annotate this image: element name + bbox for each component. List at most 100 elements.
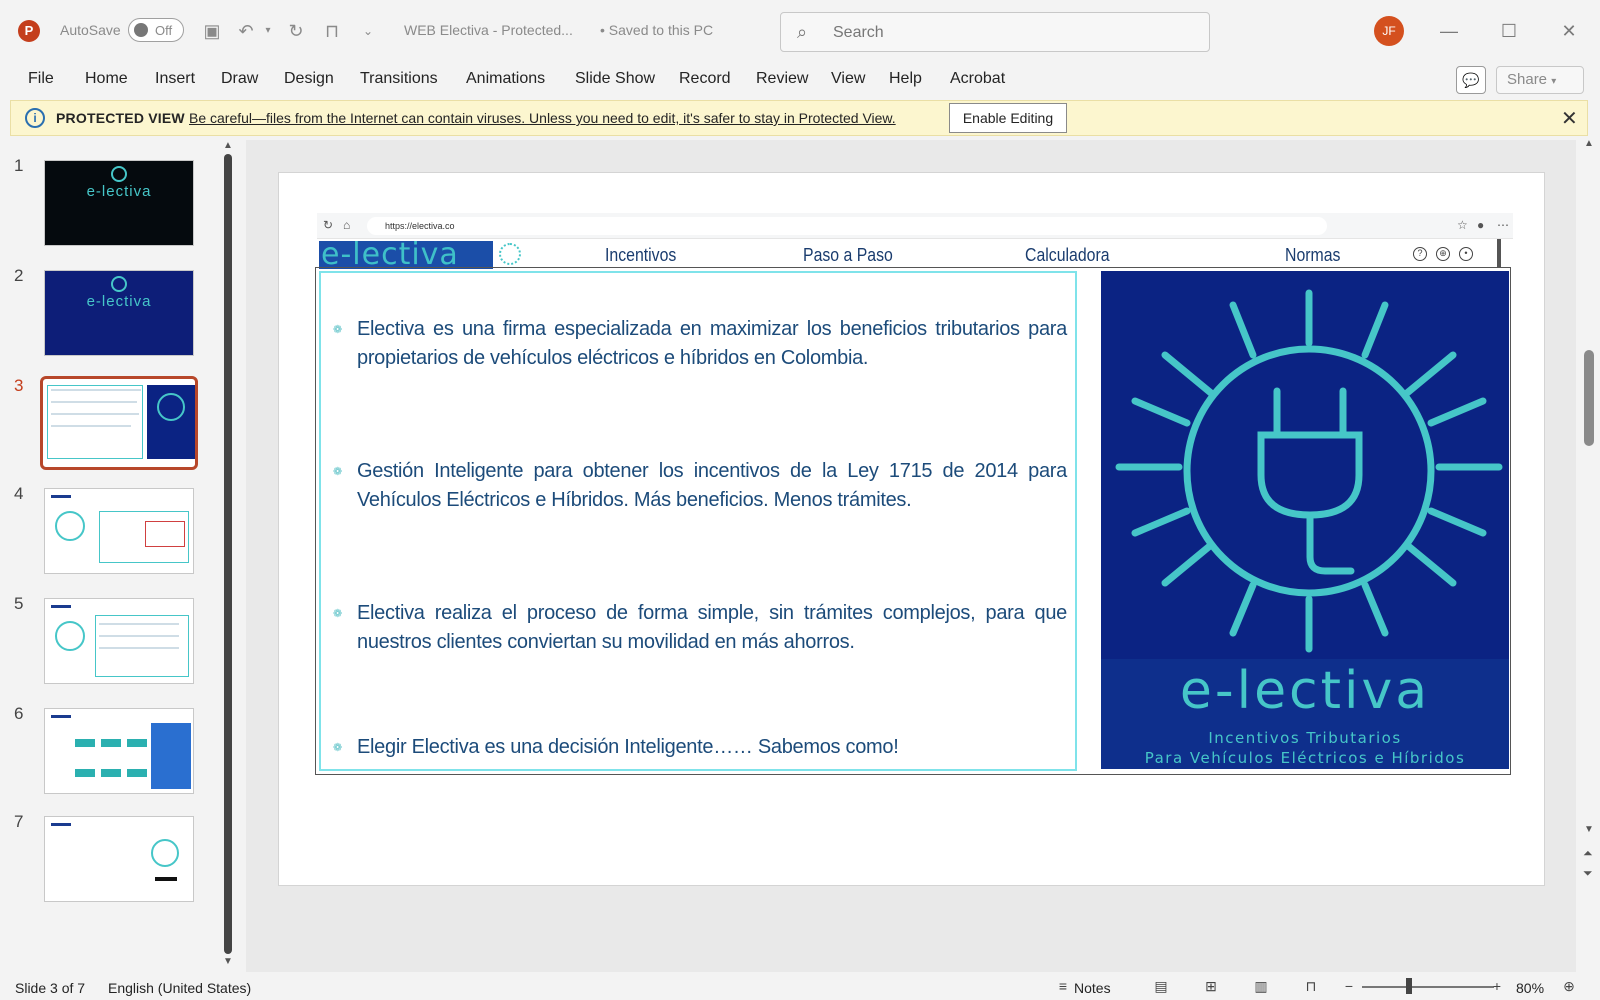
autosave-toggle[interactable]: Off	[128, 18, 184, 42]
shield-info-icon: i	[25, 108, 45, 128]
previous-slide-icon[interactable]: ⏶	[1583, 846, 1593, 861]
slide-counter: Slide 3 of 7	[15, 980, 86, 996]
tab-transitions[interactable]: Transitions	[360, 70, 438, 88]
thumb-brand-bar	[51, 715, 71, 718]
notes-icon[interactable]: ≡	[1052, 978, 1074, 996]
thumb-image	[151, 723, 191, 789]
customize-toolbar-icon[interactable]: ⌄	[356, 19, 380, 43]
thumb-highlight	[145, 521, 185, 547]
profile-icon: ●	[1477, 218, 1485, 232]
comments-button[interactable]: 💬	[1456, 66, 1486, 94]
tab-acrobat[interactable]: Acrobat	[950, 70, 1005, 88]
minimize-icon[interactable]: —	[1434, 18, 1464, 44]
avatar[interactable]: JF	[1374, 16, 1404, 46]
home-icon: ⌂	[343, 218, 351, 232]
ribbon-tabs: File Home Insert Draw Design Transitions…	[0, 66, 1600, 96]
plug-sun-icon	[1115, 289, 1503, 653]
toggle-knob	[134, 23, 148, 37]
redo-icon[interactable]: ↻	[284, 19, 308, 43]
thumb-number-1: 1	[14, 156, 24, 175]
browser-mock: ↻ ⌂ https://electiva.co ☆ ● ⋯	[317, 213, 1513, 239]
document-title: WEB Electiva - Protected...	[404, 22, 573, 38]
slide-thumbnail-1[interactable]: e-lectiva	[44, 160, 194, 246]
current-slide[interactable]: ↻ ⌂ https://electiva.co ☆ ● ⋯ e-lectiva …	[278, 172, 1545, 886]
next-slide-icon[interactable]: ⏷	[1583, 866, 1593, 881]
maximize-icon[interactable]: ☐	[1494, 18, 1524, 44]
paragraph-3: Electiva realiza el proceso de forma sim…	[357, 602, 1067, 653]
globe-icon: ⊕	[1436, 247, 1450, 261]
scrollbar-thumb[interactable]	[1584, 350, 1594, 446]
present-icon[interactable]: ⊓	[320, 19, 344, 43]
scroll-down-icon[interactable]: ▼	[1584, 824, 1594, 835]
search-icon: ⌕	[797, 22, 808, 42]
close-icon[interactable]: ✕	[1561, 106, 1578, 131]
logo-tagline-1: Incentivos Tributarios	[1208, 729, 1402, 747]
zoom-slider[interactable]	[1362, 986, 1494, 988]
scroll-down-icon[interactable]: ▼	[223, 956, 233, 967]
thumb-text-box	[47, 385, 143, 459]
slideshow-view-icon[interactable]: ⊓	[1300, 978, 1322, 996]
zoom-out-icon[interactable]: −	[1338, 978, 1360, 996]
notes-button[interactable]: Notes	[1074, 980, 1111, 996]
bullet-icon: ❁	[333, 742, 343, 754]
tab-help[interactable]: Help	[889, 70, 922, 88]
status-bar: Slide 3 of 7 English (United States) ≡ N…	[0, 974, 1600, 1000]
editing-canvas: ↻ ⌂ https://electiva.co ☆ ● ⋯ e-lectiva …	[246, 140, 1576, 972]
save-icon[interactable]: ▣	[200, 19, 224, 43]
undo-icon[interactable]: ↶	[234, 19, 258, 43]
nav-calculadora: Calculadora	[1025, 245, 1110, 265]
thumb-logo: e-lectiva	[86, 183, 152, 200]
tab-review[interactable]: Review	[756, 70, 808, 88]
scroll-up-icon[interactable]: ▲	[223, 140, 233, 151]
thumb-step	[75, 739, 95, 747]
normal-view-icon[interactable]: ▤	[1150, 978, 1172, 996]
favorite-icon: ☆	[1457, 218, 1468, 232]
tab-home[interactable]: Home	[85, 70, 128, 88]
scroll-up-icon[interactable]: ▲	[1584, 138, 1594, 149]
fit-slide-icon[interactable]: ⊕	[1558, 978, 1580, 996]
zoom-slider-handle[interactable]	[1406, 978, 1412, 994]
slide-thumbnail-4[interactable]	[44, 488, 194, 574]
slide-sorter-icon[interactable]: ⊞	[1200, 978, 1222, 996]
zoom-in-icon[interactable]: +	[1486, 978, 1508, 996]
protected-view-bar: i PROTECTED VIEW Be careful—files from t…	[10, 100, 1588, 136]
close-window-icon[interactable]: ✕	[1554, 18, 1584, 44]
enable-editing-button[interactable]: Enable Editing	[949, 103, 1067, 133]
reading-view-icon[interactable]: ▥	[1250, 978, 1272, 996]
autosave-label: AutoSave	[60, 22, 121, 38]
thumb-logo: e-lectiva	[86, 293, 152, 310]
tab-record[interactable]: Record	[679, 70, 731, 88]
tab-file[interactable]: File	[28, 70, 54, 88]
search-input[interactable]: ⌕ Search	[780, 12, 1210, 52]
slide-thumbnail-3[interactable]	[40, 376, 198, 470]
thumb-step	[127, 769, 147, 777]
zoom-level[interactable]: 80%	[1516, 980, 1544, 996]
thumb-number-2: 2	[14, 266, 24, 285]
tab-insert[interactable]: Insert	[155, 70, 195, 88]
logo-image[interactable]: e-lectiva Incentivos Tributarios Para Ve…	[1101, 271, 1509, 769]
slide-thumbnail-5[interactable]	[44, 598, 194, 684]
paragraph-1: Electiva es una firma especializada en m…	[357, 318, 1067, 369]
language-indicator[interactable]: English (United States)	[108, 980, 251, 996]
thumbnail-scrollbar[interactable]: ▲ ▼	[222, 140, 234, 972]
scrollbar-thumb[interactable]	[224, 154, 232, 954]
slide-thumbnail-2[interactable]: e-lectiva	[44, 270, 194, 356]
slide-thumbnail-6[interactable]	[44, 708, 194, 794]
logo-wordmark: e-lectiva	[1179, 661, 1431, 721]
save-status: • Saved to this PC	[600, 22, 714, 38]
tab-animations[interactable]: Animations	[466, 70, 545, 88]
user-icon: •	[1459, 247, 1473, 261]
slide-thumbnail-7[interactable]	[44, 816, 194, 902]
tab-slide-show[interactable]: Slide Show	[575, 70, 655, 88]
protected-view-message[interactable]: Be careful—files from the Internet can c…	[189, 110, 896, 126]
tab-draw[interactable]: Draw	[221, 70, 258, 88]
thumb-step	[101, 739, 121, 747]
thumb-brand-bar	[51, 823, 71, 826]
tab-design[interactable]: Design	[284, 70, 334, 88]
paragraph-2: Gestión Inteligente para obtener los inc…	[357, 460, 1067, 511]
canvas-scrollbar[interactable]: ▲ ▼ ⏶ ⏷	[1580, 138, 1600, 900]
undo-dropdown-icon[interactable]: ▾	[256, 19, 280, 43]
tab-view[interactable]: View	[831, 70, 865, 88]
share-button[interactable]: Share ▾	[1496, 66, 1584, 94]
share-label: Share	[1507, 71, 1548, 88]
